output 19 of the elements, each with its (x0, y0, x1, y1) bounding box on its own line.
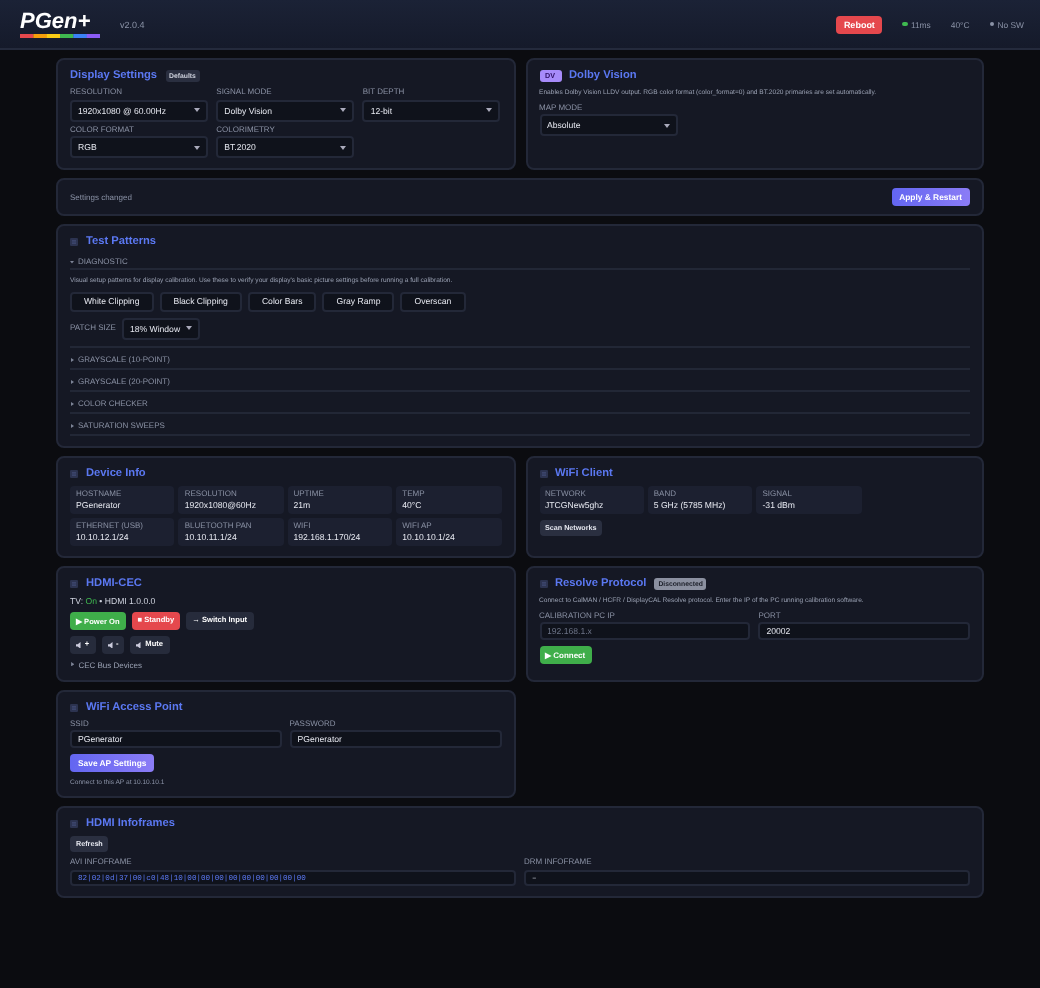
caret-icon (486, 108, 493, 112)
drag-handle-icon[interactable] (539, 579, 547, 588)
caret-icon (194, 145, 201, 149)
speaker-icon (76, 641, 83, 648)
drag-handle-icon[interactable] (539, 469, 547, 478)
rainbow-stripe-icon (20, 33, 100, 37)
speaker-icon (107, 641, 114, 648)
caret-icon (340, 145, 347, 149)
caret-icon (340, 108, 347, 112)
drag-handle-icon[interactable] (70, 469, 78, 478)
caret-icon (186, 326, 193, 331)
drag-handle-icon[interactable] (70, 579, 78, 588)
logo-text: PGen+ (20, 11, 91, 33)
speaker-icon (136, 641, 144, 648)
drag-handle-icon[interactable] (70, 238, 78, 246)
drag-handle-icon[interactable] (70, 820, 78, 829)
caret-icon (194, 108, 201, 112)
caret-icon (663, 123, 670, 128)
drag-handle-icon[interactable] (70, 703, 78, 712)
